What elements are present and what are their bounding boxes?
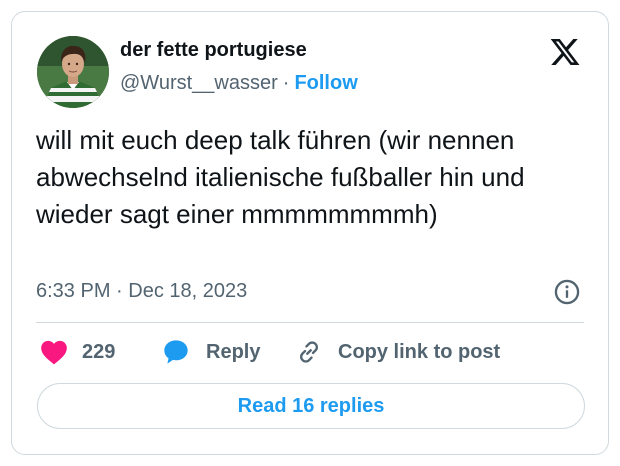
x-logo-icon[interactable] — [548, 36, 582, 68]
follow-button[interactable]: Follow — [294, 72, 357, 94]
divider — [36, 322, 584, 323]
copy-link-button[interactable]: Copy link to post — [294, 337, 500, 367]
author-handle[interactable]: @Wurst__wasser — [120, 72, 278, 94]
tweet-card: der fette portugiese @Wurst__wasser · Foll… — [11, 11, 609, 455]
author-handle-row: @Wurst__wasser · Follow — [120, 72, 358, 95]
speech-bubble-icon — [164, 340, 188, 364]
tweet-text: will mit euch deep talk führen (wir nenn… — [36, 125, 525, 229]
avatar-photo — [37, 36, 109, 108]
reply-button[interactable]: Reply — [162, 337, 260, 367]
reply-label: Reply — [206, 340, 261, 363]
like-count: 229 — [82, 340, 116, 363]
info-icon-svg — [554, 279, 580, 305]
author-avatar[interactable] — [37, 36, 109, 108]
separator-dot: · — [282, 72, 290, 94]
copy-link-label: Copy link to post — [338, 340, 501, 363]
heart-icon — [41, 340, 67, 365]
info-icon[interactable] — [553, 278, 581, 306]
like-button[interactable]: 229 — [40, 337, 115, 367]
read-replies-button[interactable]: Read 16 replies — [37, 383, 585, 429]
tweet-timestamp[interactable]: 6:33 PM · Dec 18, 2023 — [36, 280, 247, 303]
x-logo-svg — [550, 39, 580, 65]
author-display-name[interactable]: der fette portugiese — [120, 39, 307, 62]
link-icon — [299, 341, 319, 363]
